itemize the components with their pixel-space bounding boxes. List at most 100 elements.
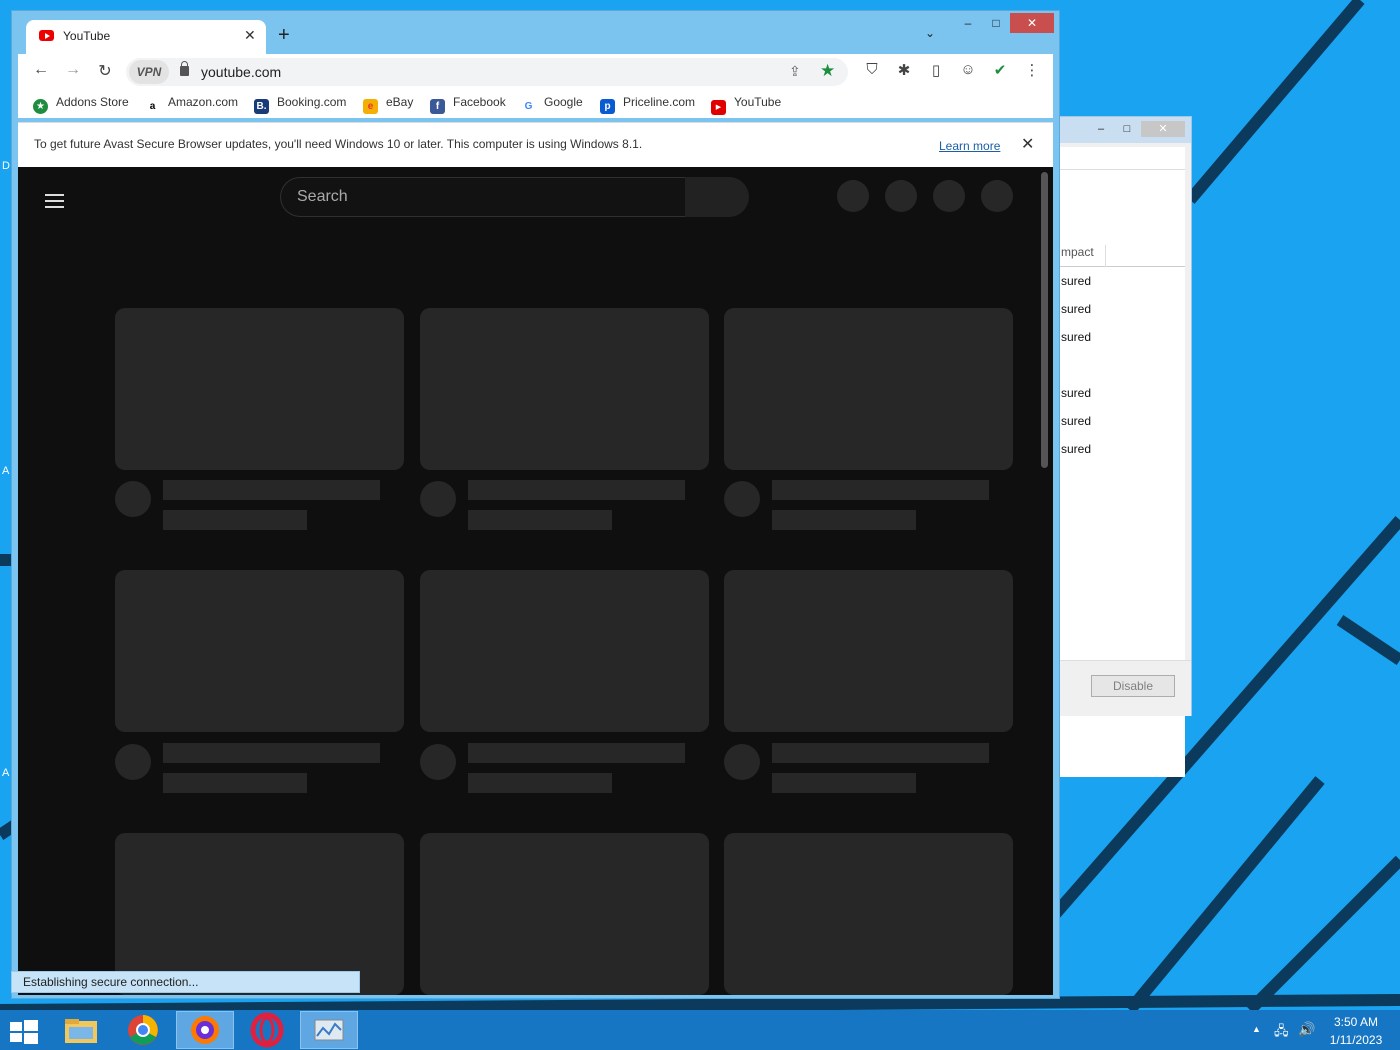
browser-window[interactable]: YouTube ✕ + ⌄ – □ ✕ ← → ↻ VPN youtube.co… xyxy=(11,10,1060,999)
volume-icon[interactable]: 🔊 xyxy=(1298,1021,1315,1038)
profile-icon[interactable]: ☺ xyxy=(957,61,979,78)
tab-title: YouTube xyxy=(63,29,111,43)
booking-icon: B. xyxy=(254,99,269,114)
file-explorer-icon[interactable] xyxy=(52,1011,110,1049)
video-thumbnail-placeholder xyxy=(115,570,404,732)
list-item[interactable]: sured xyxy=(1061,414,1091,428)
bookmark-facebook[interactable]: f Facebook xyxy=(430,95,506,114)
resource-monitor-icon[interactable] xyxy=(300,1011,358,1049)
video-thumbnail-placeholder xyxy=(115,308,404,470)
meta-placeholder xyxy=(163,510,307,530)
google-icon: G xyxy=(521,99,536,114)
disable-button[interactable]: Disable xyxy=(1091,675,1175,697)
bg-window-titlebar[interactable]: – □ ✕ xyxy=(1059,117,1191,143)
bookmark-priceline[interactable]: p Priceline.com xyxy=(600,95,695,114)
infobar-message: To get future Avast Secure Browser updat… xyxy=(34,137,643,151)
list-item[interactable]: sured xyxy=(1061,274,1091,288)
video-thumbnail-placeholder xyxy=(420,308,709,470)
close-button[interactable]: ✕ xyxy=(1010,13,1054,33)
youtube-icon xyxy=(39,30,54,41)
menu-icon[interactable]: ⋮ xyxy=(1021,61,1043,79)
background-window[interactable]: – □ ✕ mpact sured sured sured sured sure… xyxy=(1058,116,1192,777)
bookmark-youtube[interactable]: ▶ YouTube xyxy=(711,95,781,115)
puzzle-icon[interactable]: ✱ xyxy=(893,61,915,79)
tab-youtube[interactable]: YouTube ✕ xyxy=(26,20,266,54)
column-header-impact[interactable]: mpact xyxy=(1059,245,1185,267)
avast-browser-icon[interactable] xyxy=(176,1011,234,1049)
bookmark-amazon[interactable]: a Amazon.com xyxy=(145,95,238,114)
update-infobar: To get future Avast Secure Browser updat… xyxy=(18,122,1053,167)
meta-placeholder xyxy=(772,510,916,530)
tab-strip[interactable]: YouTube ✕ + ⌄ – □ ✕ xyxy=(12,11,1059,54)
bookmark-booking[interactable]: B. Booking.com xyxy=(254,95,346,114)
windows-start-icon[interactable] xyxy=(10,1020,38,1044)
bg-window-footer: Disable xyxy=(1059,660,1191,716)
list-item[interactable]: sured xyxy=(1061,442,1091,456)
tray-overflow-icon[interactable]: ▲ xyxy=(1252,1024,1261,1034)
facebook-icon: f xyxy=(430,99,445,114)
address-bar[interactable]: VPN youtube.com ⇪ ★ xyxy=(126,58,848,86)
skeleton-icon xyxy=(981,180,1013,212)
bookmark-ebay[interactable]: e eBay xyxy=(363,95,413,114)
bookmark-star-icon[interactable]: ★ xyxy=(820,61,835,81)
title-placeholder xyxy=(163,480,380,500)
security-check-icon[interactable]: ✔ xyxy=(989,61,1011,79)
amazon-icon: a xyxy=(145,99,160,114)
ebay-icon: e xyxy=(363,99,378,114)
taskbar: ▲ 🖧 🔊 3:50 AM 1/11/2023 xyxy=(0,1010,1400,1050)
lock-icon[interactable] xyxy=(180,61,189,76)
youtube-page: Search xyxy=(18,167,1053,995)
maximize-button[interactable]: □ xyxy=(982,13,1010,33)
opera-icon[interactable] xyxy=(238,1011,296,1049)
learn-more-link[interactable]: Learn more xyxy=(939,139,1000,153)
back-icon[interactable]: ← xyxy=(29,61,53,79)
hamburger-menu-icon[interactable] xyxy=(45,194,64,208)
bg-window-minimize-button[interactable]: – xyxy=(1089,121,1113,137)
bg-window-close-button[interactable]: ✕ xyxy=(1141,121,1185,137)
meta-placeholder xyxy=(163,773,307,793)
video-thumbnail-placeholder xyxy=(724,308,1013,470)
video-thumbnail-placeholder xyxy=(724,570,1013,732)
avatar-placeholder xyxy=(115,744,151,780)
desktop-icon-label: A xyxy=(2,767,10,779)
minimize-button[interactable]: – xyxy=(954,13,982,33)
bookmark-google[interactable]: G Google xyxy=(521,95,583,114)
clock-date[interactable]: 1/11/2023 xyxy=(1325,1033,1387,1047)
new-tab-button[interactable]: + xyxy=(278,24,290,47)
search-input[interactable]: Search xyxy=(280,177,685,217)
title-placeholder xyxy=(468,480,685,500)
forward-icon[interactable]: → xyxy=(61,61,85,79)
clock-time[interactable]: 3:50 AM xyxy=(1325,1015,1387,1029)
url-text[interactable]: youtube.com xyxy=(201,64,281,80)
list-item[interactable]: sured xyxy=(1061,386,1091,400)
list-item[interactable]: sured xyxy=(1061,302,1091,316)
meta-placeholder xyxy=(772,773,916,793)
share-icon[interactable]: ⇪ xyxy=(789,63,801,80)
vpn-button[interactable]: VPN xyxy=(129,60,169,84)
video-thumbnail-placeholder xyxy=(420,833,709,995)
search-placeholder: Search xyxy=(297,188,348,205)
browser-toolbar: ← → ↻ VPN youtube.com ⇪ ★ ⛉ ✱ ▯ ☺ ✔ ⋮ xyxy=(18,54,1053,90)
divider xyxy=(1059,169,1185,170)
video-thumbnail-placeholder xyxy=(724,833,1013,995)
list-item[interactable]: sured xyxy=(1061,330,1091,344)
avatar-placeholder xyxy=(420,481,456,517)
sidepanel-icon[interactable]: ▯ xyxy=(925,61,947,79)
title-placeholder xyxy=(468,743,685,763)
priceline-icon: p xyxy=(600,99,615,114)
network-icon[interactable]: 🖧 xyxy=(1274,1022,1289,1044)
search-button[interactable] xyxy=(685,177,749,217)
page-scrollbar[interactable] xyxy=(1041,172,1048,468)
bookmarks-bar: ★ Addons Store a Amazon.com B. Booking.com … xyxy=(18,90,1053,118)
meta-placeholder xyxy=(468,773,612,793)
bookmark-addons-store[interactable]: ★ Addons Store xyxy=(33,95,129,114)
tab-search-chevron-icon[interactable]: ⌄ xyxy=(925,26,935,40)
avatar-placeholder xyxy=(115,481,151,517)
infobar-close-icon[interactable]: ✕ xyxy=(1021,134,1034,154)
chrome-icon[interactable] xyxy=(114,1011,172,1049)
bg-window-maximize-button[interactable]: □ xyxy=(1115,121,1139,137)
shield-icon[interactable]: ⛉ xyxy=(861,61,883,78)
reload-icon[interactable]: ↻ xyxy=(93,61,117,81)
skeleton-icon xyxy=(837,180,869,212)
tab-close-icon[interactable]: ✕ xyxy=(244,27,256,44)
